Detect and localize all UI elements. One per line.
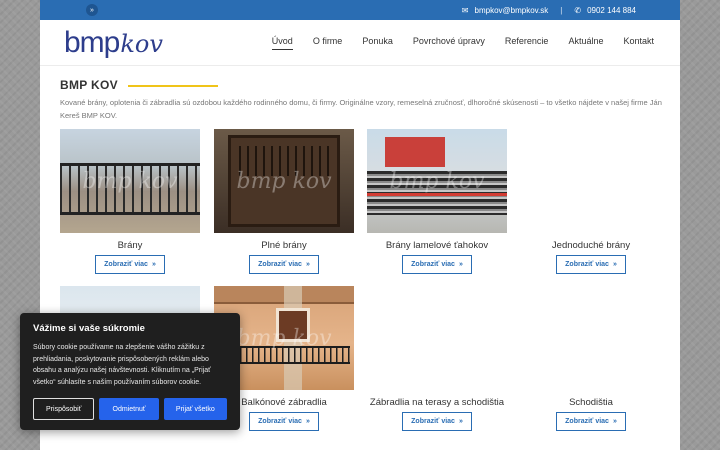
watermark: bmp kov [389,169,485,194]
double-chevron-right-icon: » [151,261,156,268]
separator: | [560,5,563,15]
cookie-customize-button[interactable]: Prispôsobiť [33,398,95,420]
product-image-zabradlia-terasy[interactable] [367,286,507,390]
product-card: bmp kov Brány lamelové ťahokov Zobraziť … [367,129,507,274]
main-nav: Úvod O firme Ponuka Povrchové úpravy Ref… [271,36,654,50]
building-graphic [385,137,445,167]
nav-item-uvod[interactable]: Úvod [271,36,293,50]
double-chevron-right-icon: » [458,418,463,425]
product-title[interactable]: Jednoduché brány [521,240,661,251]
show-more-button[interactable]: Zobraziť viac» [556,255,626,274]
double-chevron-right-icon: » [458,261,463,268]
double-chevron-right-icon: » [612,261,617,268]
product-title[interactable]: Zábradlia na terasy a schodištia [367,397,507,408]
show-more-label: Zobraziť viac [411,261,455,268]
nav-item-referencie[interactable]: Referencie [505,36,549,50]
product-card: bmp kov Plné brány Zobraziť viac» [214,129,354,274]
title-underline [127,84,218,87]
show-more-label: Zobraziť viac [411,418,455,425]
phone-icon: ✆ [574,5,582,15]
show-more-button[interactable]: Zobraziť viac» [249,255,319,274]
page-title: BMP KOV [60,78,118,92]
intro-text: Kované brány, oplotenia či zábradlia sú … [60,98,662,120]
double-chevron-right-icon: » [305,261,310,268]
phone-link[interactable]: 0902 144 884 [587,6,636,15]
show-more-button[interactable]: Zobraziť viac» [402,412,472,431]
show-more-label: Zobraziť viac [565,418,609,425]
nav-item-kontakt[interactable]: Kontakt [623,36,654,50]
product-title[interactable]: Brány [60,240,200,251]
product-card: Zábradlia na terasy a schodištia Zobrazi… [367,286,507,431]
product-title[interactable]: Plné brány [214,240,354,251]
mail-icon: ✉ [461,5,469,15]
language-switch-icon[interactable]: » [86,4,98,16]
nav-item-ponuka[interactable]: Ponuka [362,36,393,50]
show-more-label: Zobraziť viac [104,261,148,268]
cookie-reject-button[interactable]: Odmietnuť [99,398,159,420]
header: bmp kov Úvod O firme Ponuka Povrchové úp… [40,20,680,66]
cookie-text: Súbory cookie používame na zlepšenie váš… [33,344,211,386]
show-more-label: Zobraziť viac [258,418,302,425]
nav-item-povrchove-upravy[interactable]: Povrchové úpravy [413,36,485,50]
product-image-schodistia[interactable] [521,286,661,390]
cookie-consent-dialog: Vážime si vaše súkromie Súbory cookie po… [20,313,240,430]
product-image-brany[interactable]: bmp kov [60,129,200,233]
product-image-plne-brany[interactable]: bmp kov [214,129,354,233]
cookie-title: Vážime si vaše súkromie [33,323,145,334]
show-more-button[interactable]: Zobraziť viac» [95,255,165,274]
cookie-buttons: Prispôsobiť Odmietnuť Prijať všetko [33,398,227,420]
show-more-button[interactable]: Zobraziť viac» [249,412,319,431]
show-more-button[interactable]: Zobraziť viac» [402,255,472,274]
product-card: Schodištia Zobraziť viac» [521,286,661,431]
product-card: Jednoduché brány Zobraziť viac» [521,129,661,274]
show-more-label: Zobraziť viac [565,261,609,268]
logo[interactable]: bmp kov [64,26,163,60]
product-title[interactable]: Brány lamelové ťahokov [367,240,507,251]
product-image-jednoduche-brany[interactable] [521,129,661,233]
logo-kov: kov [120,29,163,58]
watermark: bmp kov [82,169,178,194]
email-link[interactable]: bmpkov@bmpkov.sk [475,6,549,15]
nav-item-aktualne[interactable]: Aktuálne [568,36,603,50]
section-title-row: BMP KOV [60,78,660,92]
nav-item-o-firme[interactable]: O firme [313,36,343,50]
contact-info: ✉ bmpkov@bmpkov.sk | ✆ 0902 144 884 [462,6,636,15]
product-title[interactable]: Schodištia [521,397,661,408]
logo-bmp: bmp [64,25,120,59]
watermark: bmp kov [236,169,332,194]
show-more-button[interactable]: Zobraziť viac» [556,412,626,431]
double-chevron-right-icon: » [305,418,310,425]
top-bar: » ✉ bmpkov@bmpkov.sk | ✆ 0902 144 884 [40,0,680,20]
product-image-brany-lamelove[interactable]: bmp kov [367,129,507,233]
show-more-label: Zobraziť viac [258,261,302,268]
cookie-accept-button[interactable]: Prijať všetko [163,398,227,420]
double-chevron-right-icon: » [612,418,617,425]
product-card: bmp kov Brány Zobraziť viac» [60,129,200,274]
